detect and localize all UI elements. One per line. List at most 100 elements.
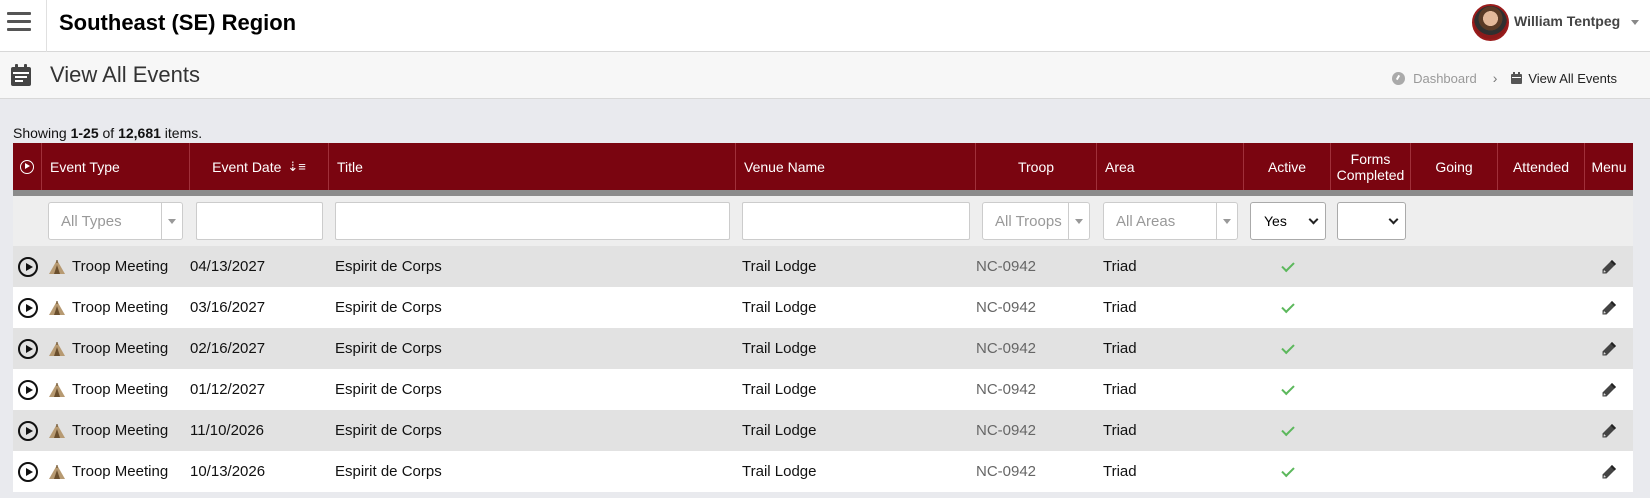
cell-play	[13, 287, 42, 328]
cell-menu	[1585, 246, 1633, 287]
pencil-edit-icon[interactable]	[1602, 423, 1616, 438]
cell-forms-completed	[1331, 287, 1411, 328]
venue-name-text: Trail Lodge	[742, 258, 817, 275]
tent-icon	[49, 464, 65, 479]
cell-area: Triad	[1097, 369, 1244, 410]
event-date-label: Event Date	[212, 158, 282, 175]
cell-going	[1411, 410, 1498, 451]
table-row[interactable]: Troop Meeting 02/16/2027 Espirit de Corp…	[13, 328, 1633, 369]
forms-completed-filter-select[interactable]	[1337, 202, 1406, 240]
table-row[interactable]: Troop Meeting 01/12/2027 Espirit de Corp…	[13, 369, 1633, 410]
area-text: Triad	[1103, 299, 1137, 316]
table-row[interactable]: Troop Meeting 03/16/2027 Espirit de Corp…	[13, 287, 1633, 328]
column-header-troop[interactable]: Troop	[976, 143, 1097, 190]
event-type-filter[interactable]: All Types	[48, 202, 183, 240]
event-date-text: 03/16/2027	[190, 299, 266, 316]
area-text: Triad	[1103, 463, 1137, 480]
cell-title: Espirit de Corps	[329, 451, 736, 492]
cell-menu	[1585, 287, 1633, 328]
cell-event-date: 04/13/2027	[190, 246, 329, 287]
troop-text: NC-0942	[976, 422, 1037, 439]
cell-venue: Trail Lodge	[736, 369, 976, 410]
event-title-text: Espirit de Corps	[335, 258, 442, 275]
venue-filter-input[interactable]	[742, 202, 970, 240]
pencil-edit-icon[interactable]	[1602, 464, 1616, 479]
active-filter-select[interactable]: Yes	[1250, 202, 1326, 240]
check-icon	[1280, 299, 1295, 313]
cell-attended	[1498, 328, 1585, 369]
cell-troop: NC-0942	[976, 369, 1097, 410]
column-header-attended[interactable]: Attended	[1498, 143, 1585, 190]
column-header-area[interactable]: Area	[1097, 143, 1244, 190]
events-table: Event Type Event Date ⇣≡ Title Venue Name…	[13, 143, 1633, 492]
cell-troop: NC-0942	[976, 410, 1097, 451]
event-title-text: Espirit de Corps	[335, 299, 442, 316]
cell-play	[13, 246, 42, 287]
table-row[interactable]: Troop Meeting 04/13/2027 Espirit de Corp…	[13, 246, 1633, 287]
cell-active	[1244, 369, 1331, 410]
cell-area: Triad	[1097, 328, 1244, 369]
column-header-going[interactable]: Going	[1411, 143, 1498, 190]
event-type-text: Troop Meeting	[72, 258, 169, 275]
cell-going	[1411, 246, 1498, 287]
pencil-edit-icon[interactable]	[1602, 382, 1616, 397]
filter-cell-title	[329, 196, 736, 246]
cell-venue: Trail Lodge	[736, 287, 976, 328]
filter-cell-venue	[736, 196, 976, 246]
tent-icon	[49, 382, 65, 397]
cell-going	[1411, 328, 1498, 369]
chevron-right-icon: ›	[1492, 70, 1498, 86]
venue-name-text: Trail Lodge	[742, 463, 817, 480]
play-circle-icon[interactable]	[18, 379, 38, 400]
area-filter[interactable]: All Areas	[1103, 202, 1238, 240]
column-header-venue-name[interactable]: Venue Name	[736, 143, 976, 190]
column-header-title[interactable]: Title	[329, 143, 736, 190]
cell-title: Espirit de Corps	[329, 328, 736, 369]
cell-title: Espirit de Corps	[329, 369, 736, 410]
filter-cell-troop: All Troops	[976, 196, 1097, 246]
user-name[interactable]: William Tentpeg	[1514, 13, 1620, 29]
pencil-edit-icon[interactable]	[1602, 341, 1616, 356]
column-header-active[interactable]: Active	[1244, 143, 1331, 190]
caret-down-icon	[1069, 218, 1089, 224]
cell-menu	[1585, 369, 1633, 410]
play-circle-icon[interactable]	[18, 420, 38, 441]
column-header-forms-completed[interactable]: Forms Completed	[1331, 143, 1411, 190]
pencil-edit-icon[interactable]	[1602, 259, 1616, 274]
cell-play	[13, 451, 42, 492]
user-menu-caret-icon[interactable]	[1631, 20, 1639, 25]
column-header-event-date[interactable]: Event Date ⇣≡	[190, 143, 329, 190]
event-date-text: 02/16/2027	[190, 340, 266, 357]
event-type-text: Troop Meeting	[72, 463, 169, 480]
venue-name-text: Trail Lodge	[742, 381, 817, 398]
chevron-down-icon	[1308, 214, 1319, 224]
hamburger-menu-icon[interactable]	[0, 0, 47, 52]
event-title-text: Espirit de Corps	[335, 381, 442, 398]
tent-icon	[49, 423, 65, 438]
table-row[interactable]: Troop Meeting 11/10/2026 Espirit de Corp…	[13, 410, 1633, 451]
user-avatar[interactable]	[1472, 4, 1509, 41]
column-header-event-type[interactable]: Event Type	[42, 143, 190, 190]
caret-down-icon	[162, 218, 182, 224]
tent-icon	[49, 259, 65, 274]
sort-descending-icon: ⇣≡	[287, 159, 306, 174]
event-date-filter-input[interactable]	[196, 202, 323, 240]
calendar-icon	[1511, 72, 1523, 84]
play-circle-icon[interactable]	[18, 338, 38, 359]
breadcrumb-dashboard[interactable]: Dashboard	[1413, 71, 1477, 86]
troop-text: NC-0942	[976, 299, 1037, 316]
play-circle-icon[interactable]	[18, 256, 38, 277]
cell-event-date: 01/12/2027	[190, 369, 329, 410]
table-row[interactable]: Troop Meeting 10/13/2026 Espirit de Corp…	[13, 451, 1633, 492]
title-filter-input[interactable]	[335, 202, 730, 240]
area-placeholder: All Areas	[1116, 212, 1176, 230]
summary-of: of	[98, 125, 119, 141]
pencil-edit-icon[interactable]	[1602, 300, 1616, 315]
cell-forms-completed	[1331, 369, 1411, 410]
troop-text: NC-0942	[976, 340, 1037, 357]
cell-area: Triad	[1097, 246, 1244, 287]
play-circle-icon[interactable]	[18, 297, 38, 318]
troop-filter[interactable]: All Troops	[982, 202, 1090, 240]
play-circle-icon[interactable]	[18, 461, 38, 482]
active-filter-value: Yes	[1264, 213, 1287, 229]
